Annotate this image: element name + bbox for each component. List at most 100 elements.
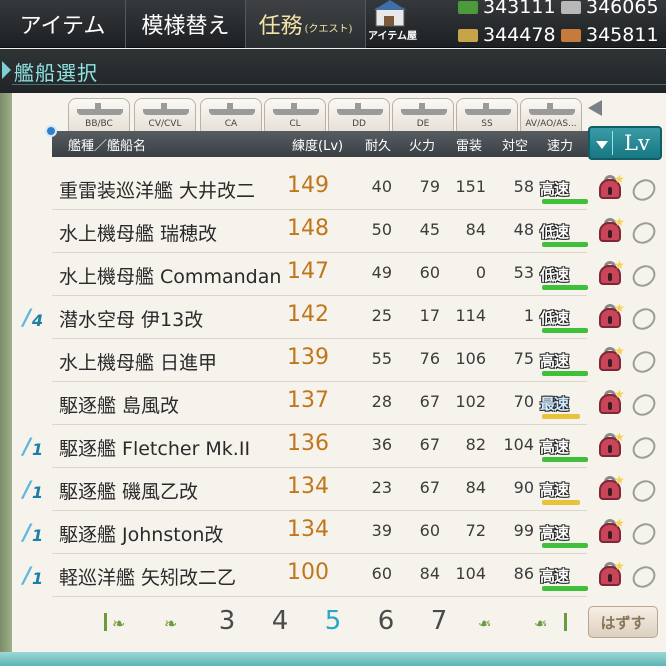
top-menu-bar: アイテム 模様替え 任務 (クエスト) アイテム屋 343111 346065 3…: [0, 0, 666, 48]
condition-bar: [542, 543, 592, 548]
ship-row[interactable]: 駆逐艦 Fletcher Mk.II 136 36 67 82 104 高速 ★: [52, 426, 625, 468]
page-3[interactable]: 3: [212, 606, 242, 636]
condition-bar: [542, 328, 592, 333]
ship-torpedo: 104: [455, 564, 486, 583]
tab-av[interactable]: AV/AO/AS...: [520, 98, 582, 132]
heart-lock-icon: ★: [596, 516, 625, 547]
ship-torpedo: 102: [455, 392, 486, 411]
ring-icon: [630, 393, 654, 413]
page-5-current[interactable]: 5: [318, 606, 348, 636]
heart-lock-icon: ★: [596, 430, 625, 461]
carrier-icon: [143, 103, 189, 115]
ship-aa: 53: [513, 263, 534, 282]
header-firepower: 火力: [409, 139, 436, 154]
ship-row[interactable]: 潜水空母 伊13改 142 25 17 114 1 低速 ★: [52, 297, 625, 339]
condition-bar: [542, 586, 592, 591]
ship-firepower: 67: [419, 392, 440, 411]
remove-button[interactable]: はずす: [588, 606, 658, 638]
ship-name: 潜水空母 伊13改: [59, 309, 204, 331]
ship-level: 148: [287, 216, 329, 241]
tab-cv[interactable]: CV/CVL: [134, 98, 196, 132]
heart-lock-icon: ★: [596, 258, 625, 289]
last-page-icon[interactable]: ❧: [530, 612, 572, 633]
ship-firepower: 60: [419, 263, 440, 282]
page-7[interactable]: 7: [424, 606, 454, 636]
tab-label: DD: [352, 119, 366, 129]
ship-firepower: 67: [419, 435, 440, 454]
light-cruiser-icon: [273, 103, 319, 115]
condition-bar: [542, 199, 592, 204]
ship-row[interactable]: 駆逐艦 島風改 137 28 67 102 70 最速 ★: [52, 383, 625, 425]
item-menu-button[interactable]: アイテム: [0, 0, 126, 48]
ship-level: 142: [287, 302, 329, 327]
header-speed: 速力: [547, 139, 574, 154]
ship-level: 137: [287, 388, 329, 413]
item-shop-button[interactable]: アイテム屋: [366, 0, 452, 48]
tab-ss[interactable]: SS: [456, 98, 518, 132]
ship-row[interactable]: 駆逐艦 磯風乙改 134 23 67 84 90 高速 ★: [52, 469, 625, 511]
header-dot-icon: [45, 125, 57, 137]
steel-icon: [458, 28, 478, 42]
fleet-number: 1: [32, 569, 44, 588]
escort-icon: [401, 103, 447, 115]
ship-row[interactable]: 水上機母艦 瑞穂改 148 50 45 84 48 低速 ★: [52, 211, 625, 253]
tab-ca[interactable]: CA: [200, 98, 262, 132]
ship-aa: 58: [513, 177, 534, 196]
ship-level: 139: [287, 345, 329, 370]
ammo-icon: [561, 0, 581, 14]
ship-aa: 86: [513, 564, 534, 583]
tab-dd[interactable]: DD: [328, 98, 390, 132]
ship-speed: 高速: [540, 481, 569, 499]
heart-lock-icon: ★: [596, 301, 625, 332]
ship-level: 136: [287, 431, 329, 456]
condition-bar: [542, 371, 592, 376]
tab-bb[interactable]: BB/BC: [68, 98, 130, 132]
ship-row[interactable]: 水上機母艦 Commandant Teste改 147 49 60 0 53 低速 ★: [52, 254, 625, 296]
ship-hp: 60: [371, 564, 392, 583]
remodel-menu-button[interactable]: 模様替え: [126, 0, 246, 48]
ship-name: 重雷装巡洋艦 大井改二: [59, 180, 256, 202]
fleet-number: 1: [32, 526, 44, 545]
ship-firepower: 79: [419, 177, 440, 196]
fuel-icon: [458, 0, 478, 14]
bauxite-value: 345811: [586, 24, 659, 46]
fuel-counter: 343111: [458, 0, 556, 18]
submarine-icon: [465, 103, 511, 115]
tab-de[interactable]: DE: [392, 98, 454, 132]
tab-label: SS: [481, 119, 493, 129]
ship-name: 水上機母艦 Commandant Teste改: [59, 266, 281, 288]
left-frame: [0, 93, 12, 666]
quest-menu-button[interactable]: 任務 (クエスト): [246, 0, 366, 48]
ship-torpedo: 84: [465, 220, 486, 239]
ring-icon: [630, 479, 654, 499]
fleet-marker-icon: /1: [23, 478, 44, 503]
ship-row[interactable]: 軽巡洋艦 矢矧改二乙 100 60 84 104 86 高速 ★: [52, 555, 625, 597]
next-page-icon[interactable]: ❧: [474, 612, 516, 633]
ship-row[interactable]: 水上機母艦 日進甲 139 55 76 106 75 高速 ★: [52, 340, 625, 382]
ring-icon: [630, 436, 654, 456]
ring-icon: [630, 522, 654, 542]
heart-lock-icon: ★: [596, 344, 625, 375]
ship-level: 134: [287, 517, 329, 542]
ship-level: 100: [287, 560, 329, 585]
tab-scroll-left-icon[interactable]: [588, 100, 602, 116]
battleship-icon: [77, 103, 123, 115]
heart-lock-icon: ★: [596, 172, 625, 203]
heart-lock-icon: ★: [596, 387, 625, 418]
sort-toggle-button[interactable]: Lv: [588, 126, 662, 160]
auxiliary-icon: [529, 103, 575, 115]
page-4[interactable]: 4: [265, 606, 295, 636]
prev-page-icon[interactable]: ❧: [160, 612, 202, 633]
ship-name: 軽巡洋艦 矢矧改二乙: [59, 567, 237, 589]
ship-firepower: 45: [419, 220, 440, 239]
ship-speed: 最速: [540, 395, 569, 413]
ship-hp: 25: [371, 306, 392, 325]
fleet-marker-icon: /4: [23, 306, 44, 331]
ship-name: 駆逐艦 Johnston改: [59, 524, 224, 546]
tab-cl[interactable]: CL: [264, 98, 326, 132]
page-6[interactable]: 6: [371, 606, 401, 636]
fleet-marker-icon: /1: [23, 435, 44, 460]
ship-row[interactable]: 駆逐艦 Johnston改 134 39 60 72 99 高速 ★: [52, 512, 625, 554]
first-page-icon[interactable]: ❧: [104, 612, 146, 633]
ship-row[interactable]: 重雷装巡洋艦 大井改二 149 40 79 151 58 高速 ★: [52, 168, 625, 210]
